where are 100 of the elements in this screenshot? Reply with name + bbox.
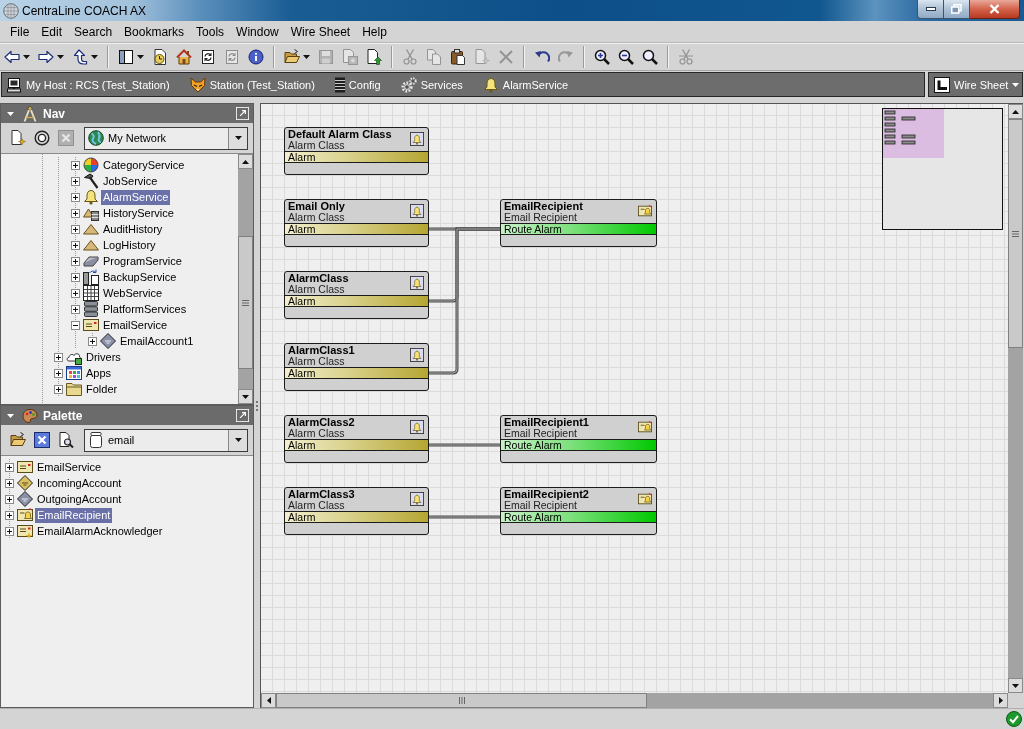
copy-icon: [426, 49, 442, 65]
component-node[interactable]: EmailRecipient2 Email Recipient Route Alarm: [500, 487, 657, 535]
plus-box-icon[interactable]: [71, 288, 80, 298]
plus-box-icon[interactable]: [5, 526, 14, 536]
network-dropdown[interactable]: My Network: [84, 126, 248, 150]
node-slot[interactable]: Alarm: [285, 439, 428, 451]
node-slot[interactable]: Alarm: [285, 151, 428, 163]
component-node[interactable]: AlarmClass2 Alarm Class Alarm: [284, 415, 429, 463]
plus-box-icon[interactable]: [71, 160, 80, 170]
tree-item[interactable]: PlatformServices: [101, 301, 189, 317]
envelope-bell-icon: [638, 420, 652, 434]
scroll-right-button[interactable]: [993, 693, 1008, 708]
scroll-thumb[interactable]: [238, 236, 253, 369]
tree-item[interactable]: CategoryService: [101, 157, 187, 173]
menu-item[interactable]: Search: [68, 24, 119, 39]
restore-button[interactable]: [944, 0, 970, 19]
node-slot[interactable]: Route Alarm: [501, 511, 656, 523]
plus-box-icon[interactable]: [71, 176, 80, 186]
caret-icon[interactable]: [7, 111, 14, 116]
tree-item[interactable]: AuditHistory: [101, 221, 165, 237]
plus-box-icon[interactable]: [71, 192, 80, 202]
node-slot[interactable]: Route Alarm: [501, 223, 656, 235]
plus-box-icon[interactable]: [71, 256, 80, 266]
module-dropdown[interactable]: email: [84, 428, 248, 452]
scroll-up-button[interactable]: [238, 154, 253, 169]
scrollbar[interactable]: [261, 693, 1008, 708]
component-node[interactable]: EmailRecipient Email Recipient Route Alarm: [500, 199, 657, 247]
plus-box-icon[interactable]: [71, 224, 80, 234]
component-node[interactable]: AlarmClass3 Alarm Class Alarm: [284, 487, 429, 535]
scroll-thumb[interactable]: [276, 693, 647, 708]
menu-item[interactable]: Help: [356, 24, 393, 39]
maximize-icon[interactable]: [236, 409, 249, 422]
menu-item[interactable]: File: [4, 24, 36, 39]
stack-icon: [334, 76, 345, 93]
node-slot[interactable]: Alarm: [285, 367, 428, 379]
plus-box-icon[interactable]: [54, 368, 63, 378]
component-node[interactable]: AlarmClass Alarm Class Alarm: [284, 271, 429, 319]
component-node[interactable]: Default Alarm Class Alarm Class Alarm: [284, 127, 429, 175]
plus-box-icon[interactable]: [71, 272, 80, 282]
tree-item[interactable]: IncomingAccount: [35, 475, 124, 491]
fox-icon: [189, 76, 206, 93]
scroll-down-button[interactable]: [1008, 678, 1023, 693]
scroll-down-button[interactable]: [238, 389, 253, 404]
breadcrumb-item[interactable]: Services: [400, 76, 463, 93]
tree-item[interactable]: Folder: [84, 381, 120, 397]
scroll-thumb[interactable]: [1008, 119, 1023, 348]
menu-item[interactable]: Wire Sheet: [284, 24, 357, 39]
view-dropdown[interactable]: Wire Sheet: [928, 72, 1023, 97]
tree-item[interactable]: Apps: [84, 365, 114, 381]
tree-item[interactable]: LogHistory: [101, 237, 158, 253]
close-button[interactable]: [970, 0, 1020, 19]
overview-map[interactable]: [882, 108, 1003, 230]
tree-item[interactable]: AlarmService: [101, 189, 171, 205]
component-node[interactable]: AlarmClass1 Alarm Class Alarm: [284, 343, 429, 391]
menu-item[interactable]: Edit: [35, 24, 69, 39]
scroll-up-button[interactable]: [1008, 104, 1023, 119]
tree-item[interactable]: EmailAlarmAcknowledger: [35, 523, 165, 539]
node-slot[interactable]: Alarm: [285, 295, 428, 307]
tree-item[interactable]: HistoryService: [101, 205, 176, 221]
tree-item[interactable]: EmailService: [35, 459, 104, 475]
tree-item[interactable]: Drivers: [84, 349, 123, 365]
tree-item[interactable]: EmailAccount1: [118, 333, 196, 349]
tree-item[interactable]: JobService: [101, 173, 160, 189]
plus-box-icon[interactable]: [54, 352, 63, 362]
down-triangle-icon: [1012, 683, 1019, 688]
menu-item[interactable]: Tools: [190, 24, 231, 39]
menu-item[interactable]: Bookmarks: [118, 24, 191, 39]
node-slot[interactable]: Route Alarm: [501, 439, 656, 451]
scrollbar[interactable]: [238, 154, 253, 404]
scroll-left-button[interactable]: [261, 693, 276, 708]
breadcrumb-item[interactable]: Station (Test_Station): [189, 76, 315, 93]
plus-box-icon[interactable]: [5, 478, 14, 488]
tree-item[interactable]: WebService: [101, 285, 165, 301]
component-node[interactable]: Email Only Alarm Class Alarm: [284, 199, 429, 247]
tree-item[interactable]: OutgoingAccount: [35, 491, 124, 507]
plus-box-icon[interactable]: [54, 384, 63, 394]
node-slot[interactable]: Alarm: [285, 223, 428, 235]
caret-icon[interactable]: [7, 413, 14, 418]
maximize-icon[interactable]: [236, 107, 249, 120]
tree-item[interactable]: ProgramService: [101, 253, 184, 269]
menu-item[interactable]: Window: [230, 24, 285, 39]
plus-box-icon[interactable]: [88, 336, 97, 346]
plus-box-icon[interactable]: [71, 208, 80, 218]
node-type: Email Recipient: [504, 500, 577, 511]
node-slot[interactable]: Alarm: [285, 511, 428, 523]
plus-box-icon[interactable]: [71, 304, 80, 314]
minimize-button[interactable]: [917, 0, 944, 19]
breadcrumb-item[interactable]: AlarmService: [482, 76, 569, 93]
plus-box-icon[interactable]: [5, 462, 14, 472]
plus-box-icon[interactable]: [5, 494, 14, 504]
breadcrumb-item[interactable]: Config: [334, 76, 381, 93]
breadcrumb-item[interactable]: My Host : RCS (Test_Station): [6, 76, 170, 93]
plus-box-icon[interactable]: [71, 240, 80, 250]
tree-item[interactable]: EmailService: [101, 317, 170, 333]
plus-box-icon[interactable]: [5, 510, 14, 520]
scrollbar[interactable]: [1008, 104, 1023, 693]
minus-box-icon[interactable]: [71, 320, 80, 330]
tree-item[interactable]: BackupService: [101, 269, 179, 285]
component-node[interactable]: EmailRecipient1 Email Recipient Route Alarm: [500, 415, 657, 463]
tree-item[interactable]: EmailRecipient: [35, 507, 113, 523]
